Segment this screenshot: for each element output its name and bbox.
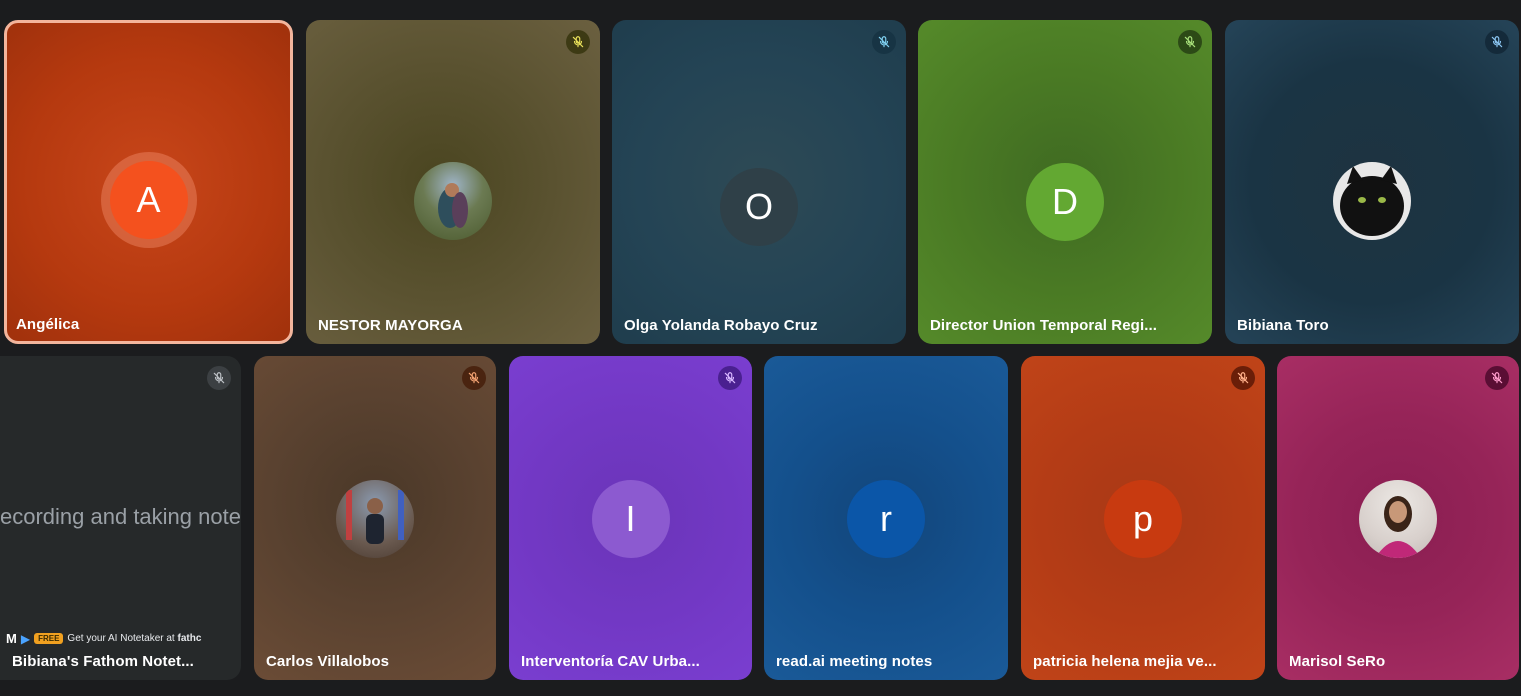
participant-name: Bibiana Toro bbox=[1237, 317, 1329, 334]
participant-tile-marisol[interactable]: Marisol SeRo bbox=[1277, 356, 1519, 680]
mic-off-icon bbox=[872, 30, 896, 54]
participant-name: patricia helena mejia ve... bbox=[1033, 653, 1217, 670]
participant-tile-readai[interactable]: r read.ai meeting notes bbox=[764, 356, 1008, 680]
meeting-grid: A Angélica NESTOR MAYORGA O Olga Yolanda… bbox=[0, 0, 1521, 696]
participant-tile-olga[interactable]: O Olga Yolanda Robayo Cruz bbox=[612, 20, 906, 344]
participant-tile-director[interactable]: D Director Union Temporal Regi... bbox=[918, 20, 1212, 344]
fathom-cta-text: Get your AI Notetaker at bbox=[67, 633, 175, 644]
avatar-initial: I bbox=[591, 480, 670, 558]
participant-name: Marisol SeRo bbox=[1289, 653, 1386, 670]
avatar-initial: A bbox=[109, 161, 188, 239]
mic-off-icon bbox=[207, 366, 231, 390]
participant-name: Bibiana's Fathom Notet... bbox=[12, 653, 194, 670]
participant-name: Angélica bbox=[16, 316, 80, 333]
participant-tile-patricia[interactable]: p patricia helena mejia ve... bbox=[1021, 356, 1265, 680]
participant-tile-angelica[interactable]: A Angélica bbox=[4, 20, 293, 344]
participant-name: read.ai meeting notes bbox=[776, 653, 933, 670]
avatar-photo bbox=[336, 480, 414, 558]
avatar-photo bbox=[1333, 162, 1411, 240]
mic-off-icon bbox=[1231, 366, 1255, 390]
avatar-initial: r bbox=[847, 480, 925, 558]
fathom-arrow-icon: ▶ bbox=[20, 631, 31, 646]
free-badge: FREE bbox=[34, 633, 64, 644]
avatar-photo bbox=[1359, 480, 1437, 558]
fathom-brand-letter: M bbox=[6, 631, 17, 646]
mic-off-icon bbox=[566, 30, 590, 54]
fathom-cta: Get your AI Notetaker at fathc bbox=[67, 633, 201, 644]
mic-off-icon bbox=[1178, 30, 1202, 54]
mic-off-icon bbox=[1485, 366, 1509, 390]
fathom-cta-link: fathc bbox=[177, 633, 202, 644]
participant-name: Interventoría CAV Urba... bbox=[521, 653, 700, 670]
participant-tile-carlos[interactable]: Carlos Villalobos bbox=[254, 356, 496, 680]
avatar-initial: O bbox=[720, 168, 798, 246]
fathom-promo: M ▶ FREE Get your AI Notetaker at fathc bbox=[6, 631, 236, 646]
avatar-initial: D bbox=[1026, 163, 1104, 241]
avatar-photo bbox=[414, 162, 492, 240]
participant-tile-bibiana[interactable]: Bibiana Toro bbox=[1225, 20, 1519, 344]
fathom-screen-text: ecording and taking notes bbox=[0, 504, 240, 529]
participant-tile-fathom[interactable]: ecording and taking notes M ▶ FREE Get y… bbox=[0, 356, 241, 680]
mic-off-icon bbox=[462, 366, 486, 390]
participant-name: Olga Yolanda Robayo Cruz bbox=[624, 317, 818, 334]
mic-off-icon bbox=[1485, 30, 1509, 54]
avatar-initial: p bbox=[1104, 480, 1182, 558]
participant-name: Director Union Temporal Regi... bbox=[930, 317, 1158, 334]
mic-off-icon bbox=[718, 366, 742, 390]
participant-name: Carlos Villalobos bbox=[266, 653, 390, 670]
participant-name: NESTOR MAYORGA bbox=[318, 317, 463, 334]
participant-tile-interventoria[interactable]: I Interventoría CAV Urba... bbox=[509, 356, 752, 680]
participant-tile-nestor[interactable]: NESTOR MAYORGA bbox=[306, 20, 600, 344]
